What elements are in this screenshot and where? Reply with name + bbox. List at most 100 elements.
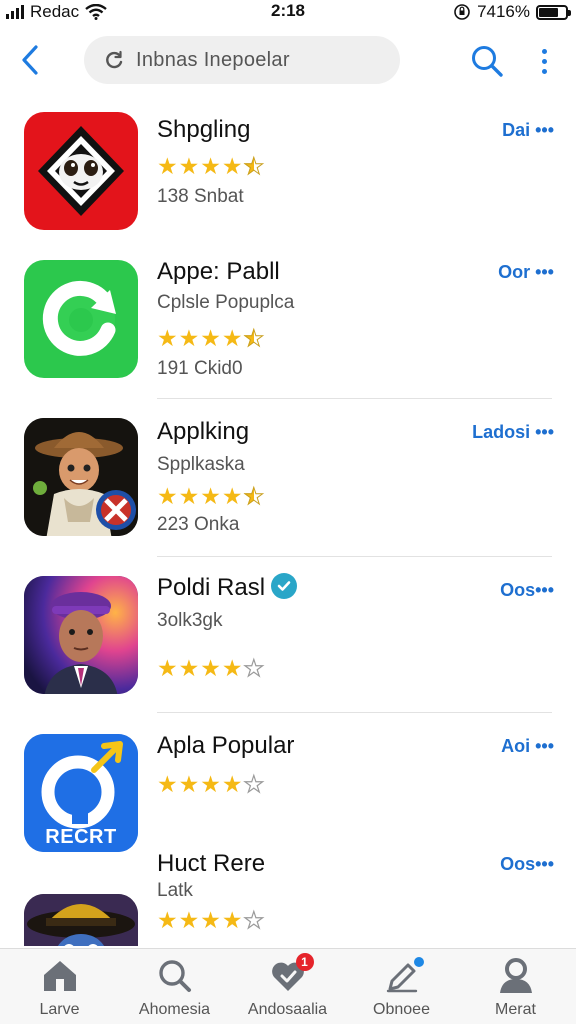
rating-stars: ★ ★ ★ ★ ★	[157, 771, 265, 797]
list-item[interactable]: RECRT Apla Popular ★ ★ ★ ★ ★ Aoi •••	[0, 714, 576, 852]
star-full-icon: ★	[178, 655, 200, 681]
search-icon	[155, 957, 195, 995]
star-full-icon: ★	[157, 153, 178, 179]
heart-badge-icon: 1	[268, 953, 314, 995]
back-button[interactable]	[14, 42, 46, 78]
star-full-icon: ★	[221, 771, 243, 797]
star-full-icon: ★	[200, 325, 221, 351]
search-input[interactable]: Inbnas Inepoelar	[84, 36, 400, 84]
star-full-icon: ★	[221, 153, 243, 179]
tab-label: Andosaalia	[247, 1001, 328, 1018]
notification-badge: 1	[295, 953, 314, 971]
star-full-icon: ★	[200, 655, 221, 681]
get-button[interactable]: Ladosi •••	[472, 422, 554, 443]
list-item[interactable]: Poldi Rasl 3olk3gk ★ ★ ★ ★ ★ Oos•••	[0, 558, 576, 714]
star-empty-icon: ★	[243, 907, 265, 933]
person-icon	[496, 957, 536, 995]
edit-pen-icon	[382, 955, 426, 995]
get-button[interactable]: Dai •••	[502, 120, 554, 141]
tab-label: Obnoee	[373, 1001, 430, 1018]
list-item[interactable]: Applking Spplkaska ★ ★ ★ ★ ★ 223 Onka Ladosi…	[0, 400, 576, 558]
dark-mask-icon[interactable]	[24, 112, 138, 230]
tab-label: Merat	[495, 1001, 536, 1018]
app-name-text: Poldi Rasl	[157, 574, 266, 601]
star-full-icon: ★	[221, 907, 243, 933]
app-subtitle: Latk	[157, 880, 193, 901]
app-meta: 223 Onka	[157, 514, 240, 535]
app-name: Appe: Pabll	[157, 258, 280, 285]
get-button[interactable]: Oos•••	[500, 580, 554, 601]
star-half-icon: ★	[243, 153, 265, 179]
tab-home[interactable]: Larve	[2, 949, 117, 1024]
search-icon	[472, 46, 503, 77]
app-name: Applking	[157, 418, 250, 445]
star-full-icon: ★	[178, 907, 200, 933]
star-full-icon: ★	[157, 325, 178, 351]
star-full-icon: ★	[200, 483, 221, 509]
star-full-icon: ★	[221, 483, 243, 509]
tab-profile[interactable]: Merat	[458, 949, 573, 1024]
app-meta: 138 Snbat	[157, 186, 244, 207]
star-empty-icon: ★	[243, 771, 265, 797]
app-subtitle: 3olk3gk	[157, 610, 223, 631]
app-subtitle: Cplsle Popuplca	[157, 292, 295, 313]
star-full-icon: ★	[221, 325, 243, 351]
green-refresh-icon[interactable]	[24, 260, 138, 378]
list-item[interactable]: Appe: Pabll Cplsle Popuplca ★ ★ ★ ★ ★ 191 Ck…	[0, 250, 576, 400]
star-full-icon: ★	[157, 907, 178, 933]
get-button[interactable]: Aoi •••	[501, 736, 554, 757]
app-meta: 191 Ckid0	[157, 358, 243, 379]
star-full-icon: ★	[157, 771, 178, 797]
status-bar: Redac 2:18 7416%	[0, 0, 576, 24]
rotation-lock-icon	[454, 4, 470, 20]
battery-icon	[536, 4, 571, 20]
star-full-icon: ★	[221, 655, 243, 681]
app-name: Shpgling	[157, 116, 251, 143]
tab-favorites[interactable]: 1 Andosaalia	[230, 949, 345, 1024]
battery-fill	[539, 7, 559, 17]
star-full-icon: ★	[178, 483, 200, 509]
star-full-icon: ★	[178, 153, 200, 179]
more-menu-button[interactable]	[532, 42, 556, 80]
app-name: Poldi Rasl	[157, 572, 298, 602]
update-dot	[411, 955, 426, 969]
star-full-icon: ★	[178, 325, 200, 351]
divider	[157, 398, 552, 399]
search-text: Inbnas Inepoelar	[136, 48, 290, 71]
header: Inbnas Inepoelar	[0, 30, 576, 92]
rating-stars: ★ ★ ★ ★ ★	[157, 655, 265, 681]
get-button[interactable]: Oor •••	[498, 262, 554, 283]
portrait-purple-cap-icon[interactable]	[24, 576, 138, 694]
tab-label: Ahomesia	[138, 1001, 211, 1018]
star-empty-icon: ★	[243, 655, 265, 681]
home-icon	[40, 957, 80, 995]
hat-character-icon[interactable]	[24, 894, 138, 946]
tab-bar: Larve Ahomesia 1 Andosaalia Obnoee Merat	[0, 948, 576, 1024]
search-button[interactable]	[468, 42, 506, 80]
star-half-icon: ★	[243, 483, 265, 509]
star-full-icon: ★	[157, 655, 178, 681]
divider	[157, 712, 552, 713]
refresh-icon	[106, 50, 123, 69]
app-list: Shpgling ★ ★ ★ ★ ★ 138 Snbat Dai ••• Appe: P…	[0, 100, 576, 946]
list-item[interactable]: Shpgling ★ ★ ★ ★ ★ 138 Snbat Dai •••	[0, 100, 576, 250]
tab-label: Larve	[39, 1001, 80, 1018]
cowboy-character-icon[interactable]	[24, 418, 138, 536]
app-name: Apla Popular	[157, 732, 295, 759]
star-half-icon: ★	[243, 325, 265, 351]
star-full-icon: ★	[178, 771, 200, 797]
tab-updates[interactable]: Obnoee	[344, 949, 459, 1024]
list-item[interactable]: Huct Rere Latk ★ ★ ★ ★ ★ Oos•••	[0, 836, 576, 946]
rating-stars: ★ ★ ★ ★ ★	[157, 483, 265, 509]
star-full-icon: ★	[200, 153, 221, 179]
battery-percent: 7416%	[477, 2, 530, 21]
rating-stars: ★ ★ ★ ★ ★	[157, 153, 265, 179]
get-button[interactable]: Oos•••	[500, 854, 554, 875]
app-subtitle: Spplkaska	[157, 454, 245, 475]
tab-search[interactable]: Ahomesia	[117, 949, 232, 1024]
rating-stars: ★ ★ ★ ★ ★	[157, 325, 265, 351]
rating-stars: ★ ★ ★ ★ ★	[157, 907, 265, 933]
blue-recrt-icon[interactable]: RECRT	[24, 734, 138, 852]
app-name: Huct Rere	[157, 850, 266, 877]
star-full-icon: ★	[157, 483, 178, 509]
